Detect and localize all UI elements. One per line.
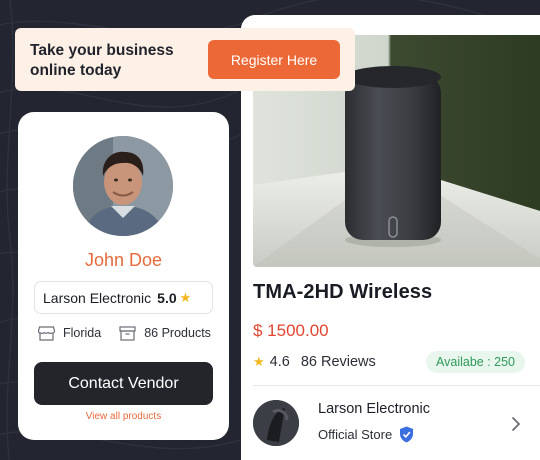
star-icon: ★: [179, 289, 192, 305]
vendor-rating: 5.0: [157, 289, 177, 306]
vendor-card: John Doe Larson Electronic 5.0 ★ Florida…: [18, 112, 229, 440]
divider: [253, 385, 540, 386]
product-title: TMA-2HD Wireless: [253, 281, 433, 303]
product-rating: 4.6: [269, 354, 290, 370]
vendor-meta-row: Florida 86 Products: [38, 324, 211, 342]
avatar: [73, 136, 173, 236]
store-avatar[interactable]: [253, 400, 299, 446]
availability-badge: Availabe : 250: [426, 351, 525, 373]
promo-banner: Take your business online today Register…: [15, 28, 355, 91]
official-store-label: Official Store: [318, 427, 393, 442]
product-rating-row: ★ 4.6 86 Reviews: [253, 352, 376, 372]
official-store-tag: Official Store: [318, 426, 414, 443]
vendor-store-name: Larson Electronic: [43, 289, 152, 306]
vendor-location: Florida: [63, 326, 102, 340]
store-icon: [38, 325, 55, 341]
shield-check-icon: [400, 426, 414, 443]
product-reviews[interactable]: 86 Reviews: [301, 354, 376, 370]
box-icon: [119, 325, 136, 341]
banner-text: Take your business online today: [30, 42, 174, 79]
contact-vendor-button[interactable]: Contact Vendor: [34, 362, 213, 405]
vendor-store-box[interactable]: Larson Electronic 5.0 ★: [34, 281, 213, 314]
star-icon: ★: [253, 354, 265, 369]
register-button[interactable]: Register Here: [208, 40, 340, 79]
store-name[interactable]: Larson Electronic: [318, 401, 430, 417]
product-price: $ 1500.00: [253, 321, 329, 340]
chevron-right-icon[interactable]: [509, 415, 523, 433]
vendor-products-count: 86 Products: [144, 326, 211, 340]
vendor-name: John Doe: [84, 250, 163, 270]
view-all-products-link[interactable]: View all products: [18, 411, 229, 422]
